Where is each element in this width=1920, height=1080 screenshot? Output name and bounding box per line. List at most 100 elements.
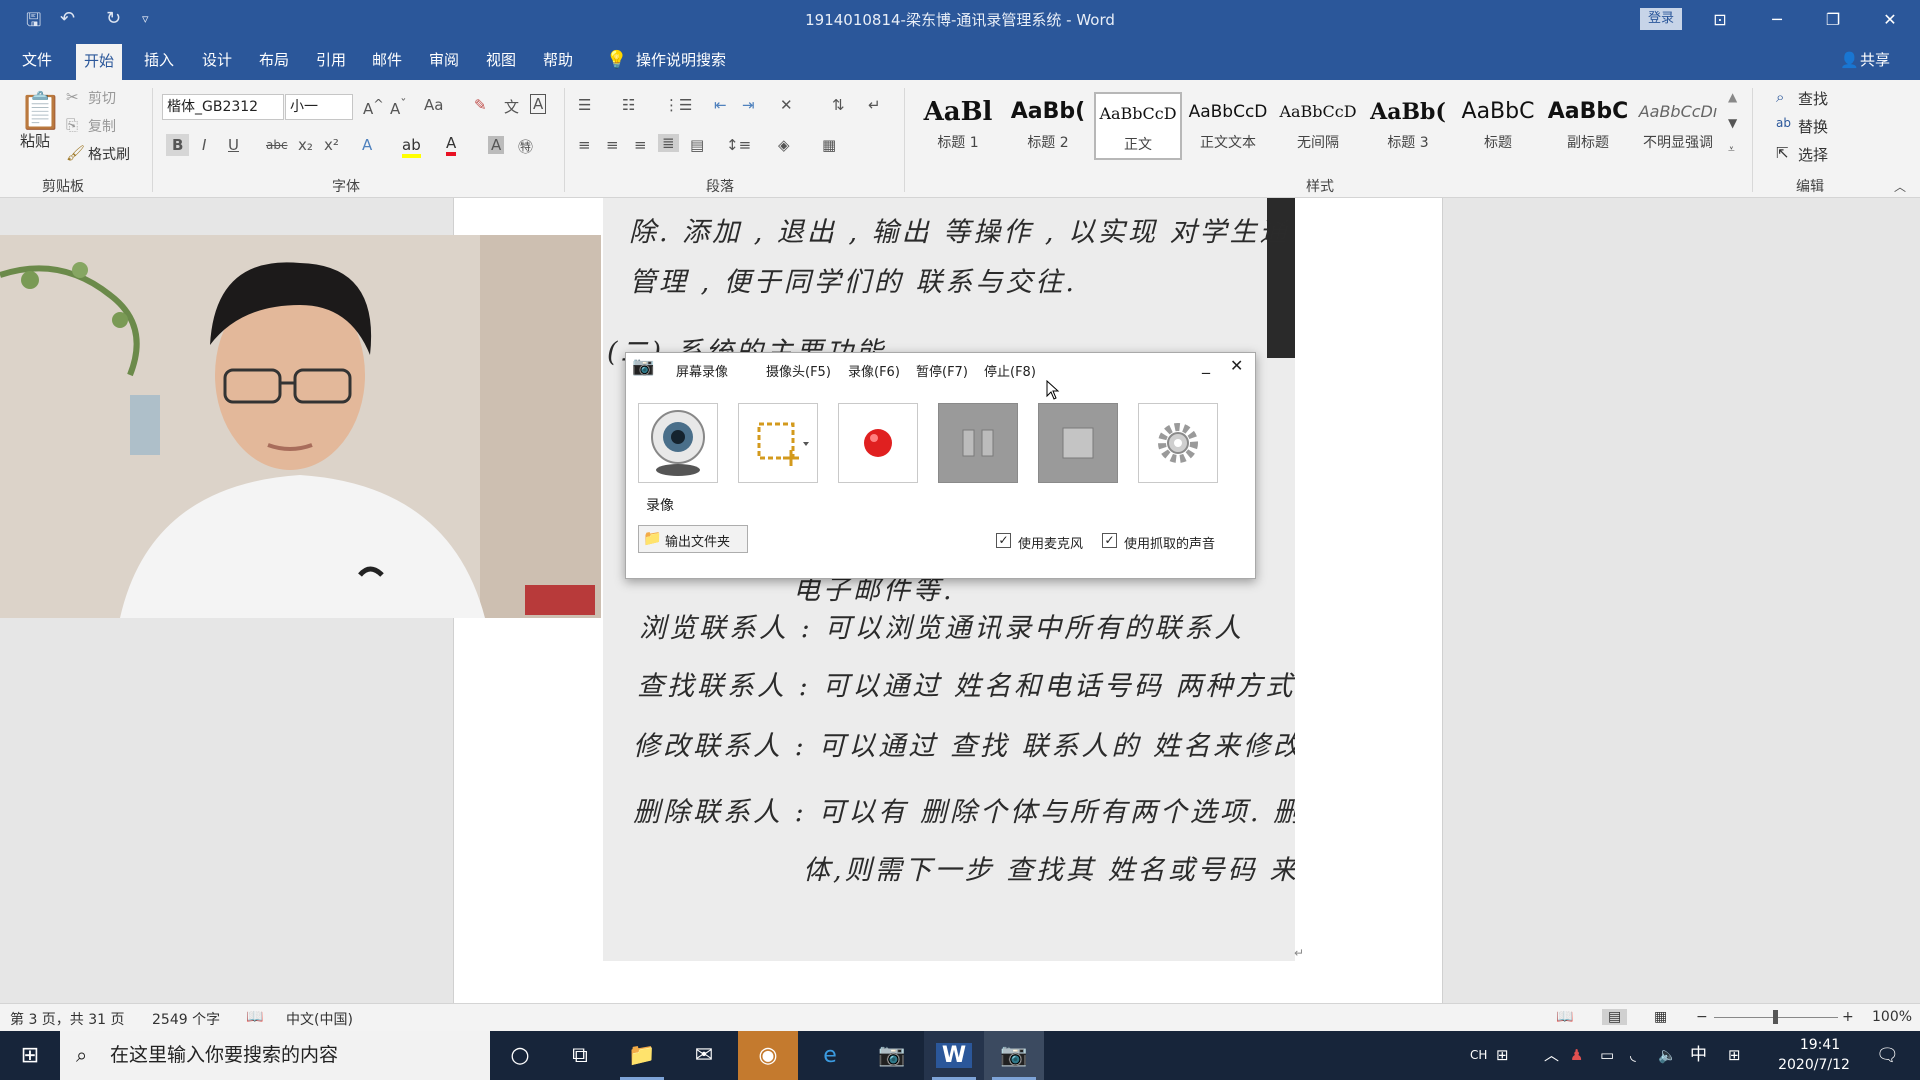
- enclose-characters-icon[interactable]: ㊕: [518, 136, 533, 157]
- antivirus-tray-icon[interactable]: ♟: [1570, 1031, 1583, 1080]
- webcam-button[interactable]: [638, 403, 718, 483]
- styles-more-icon[interactable]: ⩡: [1728, 142, 1735, 157]
- format-painter-icon[interactable]: 🖌: [66, 144, 85, 162]
- file-explorer-icon[interactable]: 📁: [612, 1031, 672, 1080]
- language-status[interactable]: 中文(中国): [286, 1009, 353, 1029]
- use-captured-audio-checkbox[interactable]: ✓: [1102, 533, 1117, 548]
- word-app-icon[interactable]: W: [924, 1031, 984, 1080]
- recorder-minimize-button[interactable]: _: [1202, 355, 1210, 374]
- cut-button[interactable]: 剪切: [88, 88, 116, 108]
- subscript-icon[interactable]: x₂: [298, 136, 313, 154]
- tab-help[interactable]: 帮助: [535, 40, 581, 80]
- paste-icon[interactable]: 📋: [18, 90, 63, 132]
- menu-pause[interactable]: 暂停(F7): [916, 361, 968, 380]
- align-right-icon[interactable]: ≡: [634, 136, 647, 154]
- zoom-out-icon[interactable]: −: [1696, 1009, 1708, 1025]
- edge-browser-icon[interactable]: e: [800, 1031, 860, 1080]
- shading-icon[interactable]: ◈: [778, 136, 790, 154]
- pause-button[interactable]: [938, 403, 1018, 483]
- change-case-button[interactable]: Aa: [424, 96, 443, 114]
- styles-scroll-up-icon[interactable]: ▲: [1728, 90, 1737, 104]
- minimize-button[interactable]: ─: [1757, 6, 1797, 34]
- bold-icon[interactable]: B: [166, 134, 190, 156]
- format-painter-button[interactable]: 格式刷: [88, 144, 130, 164]
- font-size-combo[interactable]: 小一: [285, 94, 353, 120]
- read-mode-icon[interactable]: 📖: [1556, 1009, 1573, 1025]
- taskbar-search-box[interactable]: ⌕ 在这里输入你要搜索的内容: [60, 1031, 490, 1080]
- use-mic-checkbox[interactable]: ✓: [996, 533, 1011, 548]
- find-button[interactable]: 查找: [1798, 88, 1828, 109]
- style-subtitle[interactable]: AaBbC 副标题: [1544, 92, 1632, 160]
- ribbon-display-options-icon[interactable]: ⊡: [1700, 6, 1740, 34]
- network-icon[interactable]: ◟: [1630, 1031, 1636, 1080]
- game-app-icon[interactable]: ◉: [738, 1031, 798, 1080]
- style-title[interactable]: AaBbC 标题: [1454, 92, 1542, 160]
- style-body-text[interactable]: AaBbCcD 正文文本: [1184, 92, 1272, 160]
- stop-button[interactable]: [1038, 403, 1118, 483]
- style-subtle-emphasis[interactable]: AaBbCcDı 不明显强调: [1634, 92, 1722, 160]
- character-border-icon[interactable]: A: [530, 94, 547, 114]
- close-button[interactable]: ✕: [1870, 6, 1910, 34]
- task-view-icon[interactable]: ⧉: [550, 1031, 610, 1080]
- output-folder-button[interactable]: 📁 输出文件夹: [638, 525, 748, 553]
- windows-start-icon[interactable]: ⊞: [0, 1031, 60, 1080]
- recorder-active-icon[interactable]: 📷: [984, 1031, 1044, 1080]
- copy-button[interactable]: 复制: [88, 116, 116, 136]
- italic-icon[interactable]: I: [202, 136, 206, 154]
- bullets-icon[interactable]: ☰: [578, 96, 591, 114]
- underline-icon[interactable]: U: [228, 136, 239, 154]
- distributed-icon[interactable]: ▤: [690, 136, 704, 154]
- ime-toolbar-icon[interactable]: ⊞: [1496, 1031, 1509, 1080]
- zoom-level[interactable]: 100%: [1872, 1009, 1912, 1025]
- tab-insert[interactable]: 插入: [136, 40, 182, 80]
- text-direction-icon[interactable]: ✕: [780, 96, 793, 114]
- clear-formatting-icon[interactable]: ✎: [474, 96, 487, 114]
- web-layout-icon[interactable]: ▦: [1654, 1009, 1667, 1025]
- tab-review[interactable]: 审阅: [421, 40, 467, 80]
- find-icon[interactable]: ⌕: [1776, 88, 1784, 106]
- zoom-slider-thumb[interactable]: [1773, 1010, 1778, 1024]
- menu-record[interactable]: 录像(F6): [848, 361, 900, 380]
- zoom-in-icon[interactable]: +: [1842, 1009, 1854, 1025]
- mail-icon[interactable]: ✉: [674, 1031, 734, 1080]
- volume-icon[interactable]: 🔈: [1658, 1031, 1677, 1080]
- clock-date[interactable]: 2020/7/12: [1766, 1055, 1862, 1075]
- grow-font-icon[interactable]: A^: [363, 96, 384, 118]
- share-button[interactable]: 共享: [1852, 40, 1898, 80]
- battery-icon[interactable]: ▭: [1600, 1031, 1614, 1080]
- cut-icon[interactable]: ✂: [66, 88, 79, 106]
- increase-indent-icon[interactable]: ⇥: [742, 96, 755, 114]
- select-button[interactable]: 选择: [1798, 144, 1828, 165]
- ime-mode-indicator[interactable]: CH: [1470, 1031, 1487, 1080]
- collapse-ribbon-icon[interactable]: ︿: [1894, 178, 1906, 195]
- clock-time[interactable]: 19:41: [1780, 1035, 1860, 1055]
- cortana-icon[interactable]: ○: [490, 1031, 550, 1080]
- highlight-icon[interactable]: ab: [402, 136, 421, 158]
- multilevel-list-icon[interactable]: ⋮☰: [664, 96, 692, 114]
- select-icon[interactable]: ⇱: [1776, 144, 1789, 162]
- record-button[interactable]: [838, 403, 918, 483]
- strikethrough-icon[interactable]: abc: [266, 138, 288, 152]
- style-heading-1[interactable]: AaBl 标题 1: [914, 92, 1002, 160]
- justify-icon[interactable]: ≣: [658, 134, 679, 152]
- input-language-indicator[interactable]: 中: [1690, 1031, 1707, 1080]
- settings-button[interactable]: [1138, 403, 1218, 483]
- replace-icon[interactable]: ab: [1776, 116, 1791, 130]
- paste-button[interactable]: 粘贴: [20, 130, 50, 151]
- tab-view[interactable]: 视图: [478, 40, 524, 80]
- decrease-indent-icon[interactable]: ⇤: [714, 96, 727, 114]
- show-marks-icon[interactable]: ↵: [868, 96, 881, 114]
- sort-icon[interactable]: ⇅: [832, 96, 845, 114]
- line-spacing-icon[interactable]: ↕≡: [726, 136, 751, 154]
- font-name-combo[interactable]: 楷体_GB2312: [162, 94, 284, 120]
- text-effects-icon[interactable]: A: [362, 136, 372, 154]
- notification-center-icon[interactable]: 🗨: [1876, 1031, 1899, 1080]
- tab-file[interactable]: 文件: [14, 40, 60, 80]
- recorder-close-button[interactable]: ✕: [1230, 356, 1243, 375]
- tab-design[interactable]: 设计: [194, 40, 240, 80]
- align-center-icon[interactable]: ≡: [606, 136, 619, 154]
- show-hidden-icons-icon[interactable]: ︿: [1544, 1031, 1559, 1080]
- character-shading-icon[interactable]: A: [488, 136, 505, 154]
- input-method-icon[interactable]: ⊞: [1728, 1031, 1741, 1080]
- styles-scroll-down-icon[interactable]: ▼: [1728, 116, 1737, 130]
